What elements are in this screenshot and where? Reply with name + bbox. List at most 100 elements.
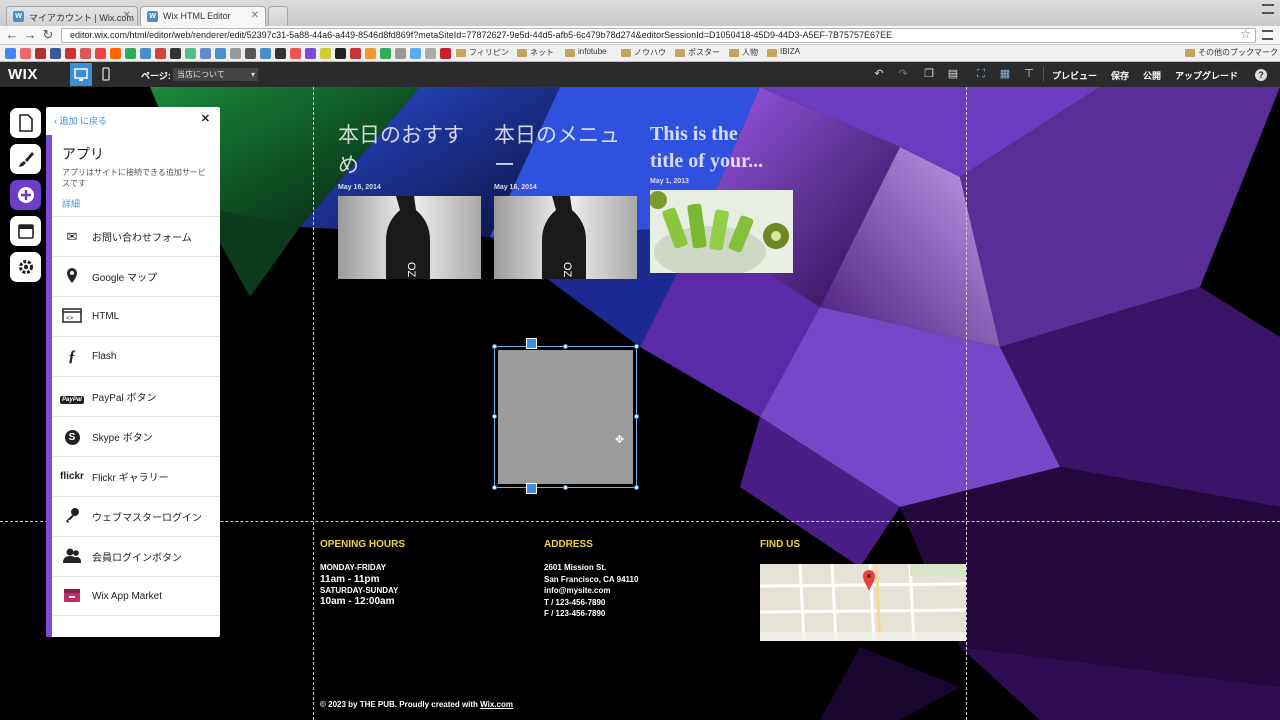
bookmark-icon[interactable] — [215, 48, 226, 59]
close-tab-icon[interactable]: ✕ — [123, 10, 131, 21]
resize-handle[interactable] — [563, 485, 568, 490]
address-block[interactable]: ADDRESS 2601 Mission St. San Francisco, … — [544, 539, 744, 620]
redo-icon[interactable]: ↷ — [896, 67, 910, 81]
resize-handle[interactable] — [634, 414, 639, 419]
close-panel-icon[interactable]: ✕ — [201, 112, 210, 125]
resize-handle[interactable] — [563, 344, 568, 349]
bookmark-folder[interactable]: IBIZA — [767, 47, 800, 57]
resize-handle[interactable] — [492, 344, 497, 349]
google-map[interactable] — [760, 564, 966, 641]
post-image-bottle[interactable]: OZ — [494, 196, 637, 279]
post-image-kiwi[interactable] — [650, 190, 793, 273]
app-item-flickr[interactable]: flickr Flickr ギャラリー — [52, 456, 220, 496]
bookmark-icon[interactable] — [185, 48, 196, 59]
chrome-menu-icon[interactable] — [1262, 30, 1273, 40]
page-select[interactable]: 当店について ▾ — [173, 68, 258, 81]
preview-button[interactable]: プレビュー — [1052, 69, 1097, 82]
bookmark-icon[interactable] — [290, 48, 301, 59]
resize-handle[interactable] — [634, 344, 639, 349]
bookmark-icon[interactable] — [305, 48, 316, 59]
reload-icon[interactable]: ↻ — [40, 27, 56, 43]
tab-my-account[interactable]: W マイアカウント | Wix.com ✕ — [6, 6, 138, 26]
settings-button[interactable] — [10, 252, 41, 282]
bookmark-folder[interactable]: ノウハウ — [621, 47, 666, 58]
bookmark-icon[interactable] — [95, 48, 106, 59]
pages-button[interactable] — [10, 108, 41, 138]
app-item-google-maps[interactable]: Google マップ — [52, 256, 220, 296]
bookmark-icon[interactable] — [65, 48, 76, 59]
anchor-bottom-icon[interactable] — [526, 483, 537, 494]
tab-wix-html-editor[interactable]: W Wix HTML Editor ✕ — [140, 6, 266, 26]
bookmark-icon[interactable] — [275, 48, 286, 59]
desktop-view-button[interactable] — [70, 63, 92, 86]
app-item-paypal[interactable]: PayPal PayPal ボタン — [52, 376, 220, 416]
bookmark-icon[interactable] — [425, 48, 436, 59]
bookmark-icon[interactable] — [395, 48, 406, 59]
bookmark-icon[interactable] — [410, 48, 421, 59]
snap-icon[interactable]: ▦ — [998, 67, 1012, 81]
bookmark-icon[interactable] — [335, 48, 346, 59]
mobile-view-button[interactable] — [96, 66, 116, 83]
bookmark-folder[interactable]: フィリピン — [456, 47, 509, 58]
details-link[interactable]: 詳細 — [62, 197, 80, 210]
upgrade-button[interactable]: アップグレード — [1175, 69, 1238, 82]
blog-post[interactable]: 本日のおすす め May 16, 2014 OZ — [338, 121, 481, 279]
app-item-webmaster-login[interactable]: ウェブマスターログイン — [52, 496, 220, 536]
opening-hours[interactable]: OPENING HOURS MONDAY-FRIDAY 11am - 11pm … — [320, 539, 520, 607]
resize-handle[interactable] — [634, 485, 639, 490]
bookmark-icon[interactable] — [140, 48, 151, 59]
wix-link[interactable]: Wix.com — [480, 700, 513, 709]
save-button[interactable]: 保存 — [1111, 69, 1129, 82]
gridlines-icon[interactable]: ⛶ — [974, 67, 988, 81]
copy-icon[interactable]: ❐ — [922, 67, 936, 81]
add-button[interactable] — [10, 180, 41, 210]
anchor-top-icon[interactable] — [526, 338, 537, 349]
bookmark-icon[interactable] — [260, 48, 271, 59]
find-us-block[interactable]: FIND US — [760, 539, 800, 550]
bookmark-icon[interactable] — [5, 48, 16, 59]
app-item-contact-form[interactable]: ✉ お問い合わせフォーム — [52, 216, 220, 256]
paste-icon[interactable]: ▤ — [946, 67, 960, 81]
bookmark-icon[interactable] — [125, 48, 136, 59]
close-tab-icon[interactable]: ✕ — [251, 10, 259, 21]
resize-handle[interactable] — [492, 414, 497, 419]
new-tab-button[interactable] — [268, 6, 288, 26]
bookmark-folder[interactable]: ネット — [517, 47, 554, 58]
bookmark-icon[interactable] — [35, 48, 46, 59]
bookmark-icon[interactable] — [80, 48, 91, 59]
bookmark-icon[interactable] — [155, 48, 166, 59]
rulers-icon[interactable]: ⊤ — [1022, 67, 1036, 81]
bookmark-icon[interactable] — [350, 48, 361, 59]
bookmark-icon[interactable] — [200, 48, 211, 59]
back-link[interactable]: ‹ 追加 に戻る — [54, 114, 107, 127]
bookmark-folder[interactable]: ポスター — [675, 47, 720, 58]
url-input[interactable]: editor.wix.com/html/editor/web/renderer/… — [61, 28, 1256, 43]
bookmark-icon[interactable] — [110, 48, 121, 59]
app-item-flash[interactable]: ƒ Flash — [52, 336, 220, 376]
app-item-member-login[interactable]: 会員ログインボタン — [52, 536, 220, 576]
other-bookmarks-folder[interactable]: その他のブックマーク — [1185, 47, 1278, 58]
design-button[interactable] — [10, 144, 41, 174]
window-menu-icon[interactable] — [1262, 4, 1274, 14]
bookmark-icon[interactable] — [365, 48, 376, 59]
bookmark-icon[interactable] — [320, 48, 331, 59]
bookmark-icon[interactable] — [170, 48, 181, 59]
app-item-app-market[interactable]: Wix App Market — [52, 576, 220, 616]
app-item-html[interactable]: <> HTML — [52, 296, 220, 336]
bookmark-icon[interactable] — [440, 48, 451, 59]
bookmark-icon[interactable] — [20, 48, 31, 59]
html-placeholder-box[interactable] — [498, 350, 633, 484]
bookmark-icon[interactable] — [50, 48, 61, 59]
blog-post[interactable]: This is the title of your... May 1, 2013 — [650, 121, 793, 273]
bookmark-folder[interactable]: 人物 — [729, 47, 758, 58]
back-arrow-icon[interactable]: ← — [4, 27, 20, 43]
forward-arrow-icon[interactable]: → — [22, 27, 38, 43]
app-item-skype[interactable]: S Skype ボタン — [52, 416, 220, 456]
star-icon[interactable]: ☆ — [1240, 27, 1251, 41]
bookmark-icon[interactable] — [380, 48, 391, 59]
bookmark-icon[interactable] — [230, 48, 241, 59]
undo-icon[interactable]: ↶ — [872, 67, 886, 81]
blog-post[interactable]: 本日のメニュ ー May 16, 2014 OZ — [494, 121, 637, 279]
bookmark-folder[interactable]: infotube — [565, 47, 606, 57]
help-icon[interactable]: ? — [1255, 69, 1267, 81]
